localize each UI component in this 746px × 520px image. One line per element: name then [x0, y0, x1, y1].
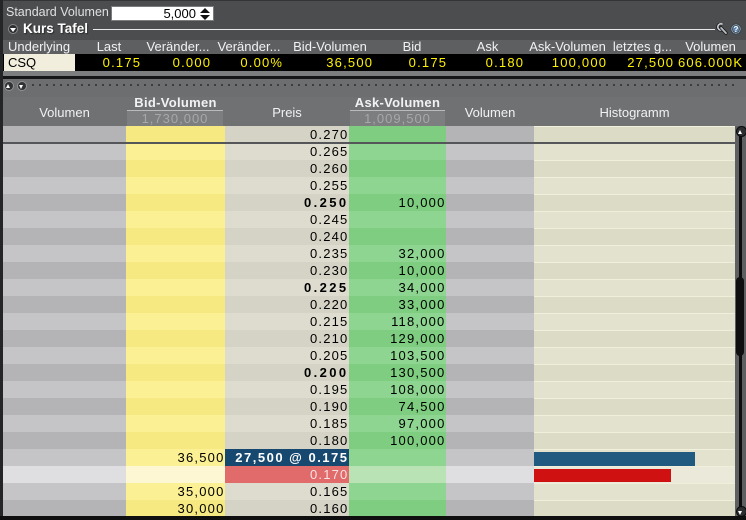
- svg-text:?: ?: [734, 25, 739, 34]
